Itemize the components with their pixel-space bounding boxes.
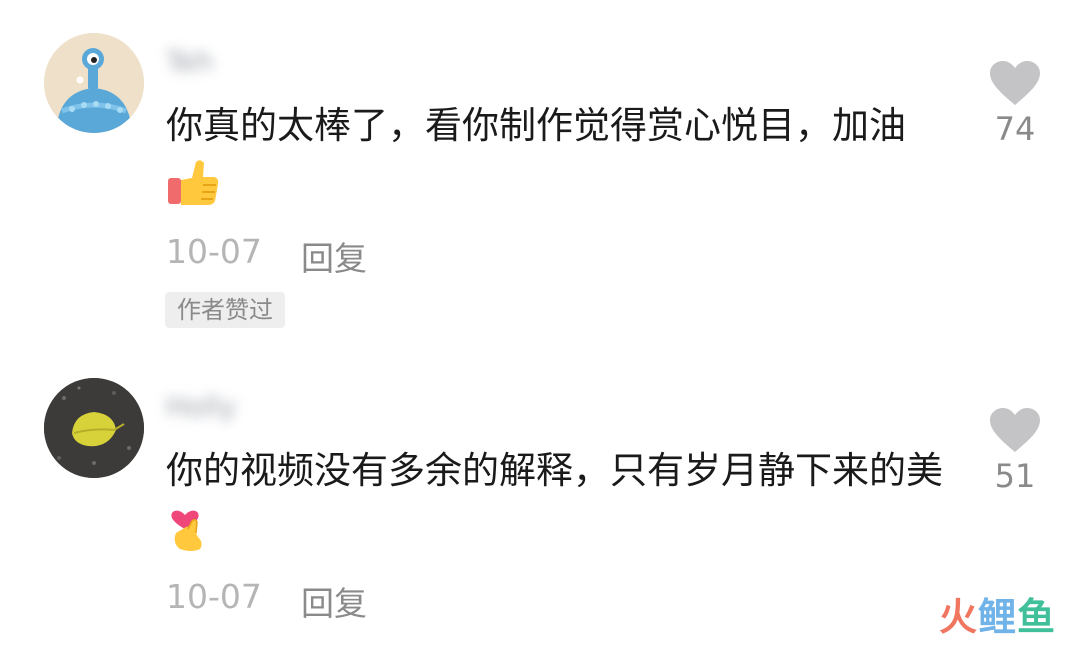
- like-count: 51: [994, 457, 1036, 495]
- username[interactable]: Holly: [166, 387, 236, 427]
- thumbs-up-emoji-icon: [168, 160, 219, 205]
- watermark-part: 鲤: [977, 595, 1017, 639]
- watermark-part: 火: [938, 595, 978, 639]
- like-button[interactable]: 74: [985, 60, 1045, 148]
- finger-heart-emoji-icon: [171, 510, 202, 551]
- comment-text-body: 你的视频没有多余的解释，只有岁月静下来的美: [166, 449, 943, 492]
- alien-avatar-icon: [44, 33, 144, 133]
- comment-date: 10-07: [166, 577, 262, 616]
- watermark-logo: 火鲤鱼: [939, 586, 1056, 641]
- like-count: 74: [994, 110, 1036, 148]
- avatar[interactable]: [44, 378, 144, 478]
- comment-item: Holly 你的视频没有多余的解释，只有岁月静下来的美 10-07 回复 51: [0, 345, 1080, 647]
- avatar[interactable]: [44, 33, 144, 133]
- comment-text-body: 你真的太棒了，看你制作觉得赏心悦目，加油: [166, 104, 906, 147]
- reply-button[interactable]: 回复: [301, 232, 367, 280]
- comment-date: 10-07: [166, 232, 262, 271]
- reply-button[interactable]: 回复: [301, 577, 367, 625]
- watermark-part: 鱼: [1016, 595, 1056, 639]
- author-liked-badge: 作者赞过: [165, 292, 285, 328]
- comment-item: Teh 你真的太棒了，看你制作觉得赏心悦目，加油 10-07 回复 作者赞过 7…: [0, 0, 1080, 345]
- comment-text: 你真的太棒了，看你制作觉得赏心悦目，加油: [166, 95, 946, 217]
- leaf-photo-avatar-icon: [44, 378, 144, 478]
- comment-text: 你的视频没有多余的解释，只有岁月静下来的美: [166, 440, 946, 562]
- username[interactable]: Teh: [166, 42, 213, 82]
- heart-icon: [990, 408, 1040, 452]
- heart-icon: [990, 61, 1040, 105]
- like-button[interactable]: 51: [985, 407, 1045, 495]
